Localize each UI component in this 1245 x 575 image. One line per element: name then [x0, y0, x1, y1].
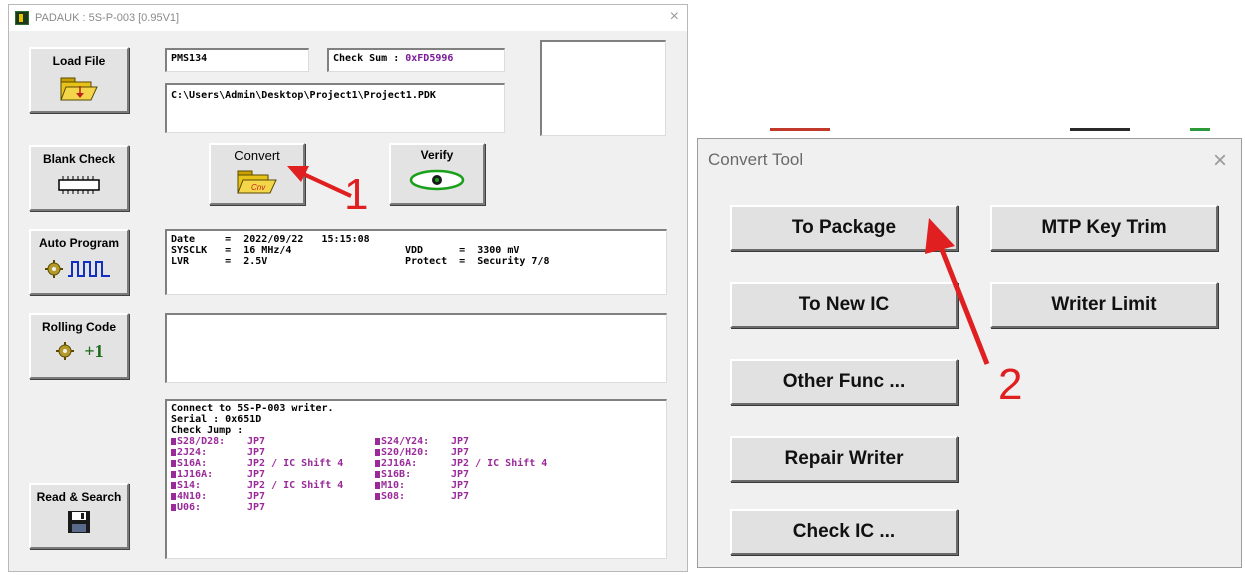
jump-entry: 4N10: JP7 — [171, 491, 375, 502]
info-lvr: LVR = 2.5V — [171, 256, 268, 267]
read-search-label: Read & Search — [36, 490, 122, 504]
convert-label: Convert — [234, 148, 280, 163]
info-sysclk: SYSCLK = 16 MHz/4 — [171, 245, 292, 256]
folder-open-icon — [60, 77, 98, 101]
writer-limit-button[interactable]: Writer Limit — [990, 282, 1218, 328]
read-search-button[interactable]: Read & Search — [29, 483, 129, 549]
check-ic-button[interactable]: Check IC ... — [730, 509, 958, 555]
verify-button[interactable]: Verify — [389, 143, 485, 205]
info-row-date: Date = 2022/09/22 15:15:08 — [171, 234, 662, 245]
rolling-code-increment: +1 — [84, 340, 104, 361]
checksum-label: Check Sum : — [333, 53, 406, 64]
chip-icon — [58, 176, 100, 194]
window-title: PADAUK : 5S-P-003 [0.95V1] — [35, 12, 180, 24]
repair-writer-button[interactable]: Repair Writer — [730, 436, 958, 482]
jump-list-right: S24/Y24: JP7 S20/H20: JP7 2J16A: JP2 / IC S… — [375, 436, 547, 513]
blank-check-label: Blank Check — [42, 152, 116, 166]
background-window-strip — [690, 118, 1245, 138]
jump-list-left: S28/D28: JP7 2J24: JP7 S16A: JP2 / IC Shift… — [171, 436, 375, 513]
mtp-key-trim-button[interactable]: MTP Key Trim — [990, 205, 1218, 251]
annotation-label-2: 2 — [998, 360, 1023, 409]
jump-entry: S16B: JP7 — [375, 469, 547, 480]
checksum-field: Check Sum : 0xFD5996 — [327, 48, 505, 72]
padauk-app-icon — [15, 11, 29, 25]
load-file-button[interactable]: Load File — [29, 47, 129, 113]
dialog-title: Convert Tool — [708, 150, 804, 169]
ic-name-value: PMS134 — [171, 53, 208, 64]
info-vdd: VDD = 3300 mV — [405, 245, 520, 256]
svg-text:Cnv: Cnv — [251, 183, 266, 192]
blank-check-button[interactable]: Blank Check — [29, 145, 129, 211]
message-log: Connect to 5S-P-003 writer. Serial : 0x6… — [165, 399, 667, 559]
checksum-value: 0xFD5996 — [405, 53, 454, 64]
dialog-close-button[interactable]: × — [1213, 147, 1227, 175]
rolling-code-panel — [165, 313, 667, 383]
jump-entry: 2J24: JP7 — [171, 447, 375, 458]
jump-entry: S14: JP2 / IC Shift 4 — [171, 480, 375, 491]
log-line: Connect to 5S-P-003 writer. — [171, 403, 334, 414]
auto-program-button[interactable]: Auto Program — [29, 229, 129, 295]
info-row-sysclk: SYSCLK = 16 MHz/4 VDD = 3300 mV — [171, 245, 662, 256]
info-row-lvr: LVR = 2.5V Protect = Security 7/8 — [171, 256, 662, 267]
jump-entry: S28/D28: JP7 — [171, 436, 375, 447]
info-date: Date = 2022/09/22 15:15:08 — [171, 234, 370, 245]
jump-entry: S08: JP7 — [375, 491, 547, 502]
window-close-button[interactable]: × — [670, 8, 679, 26]
file-path-field[interactable]: C:\Users\Admin\Desktop\Project1\Project1… — [165, 83, 505, 133]
annotation-label-1: 1 — [344, 170, 369, 219]
jump-entry: 2J16A: JP2 / IC Shift 4 — [375, 458, 547, 469]
jump-entry: M10: JP7 — [375, 480, 547, 491]
floppy-disk-icon — [68, 511, 90, 533]
padauk-window: PADAUK : 5S-P-003 [0.95V1] × Load File B… — [8, 4, 688, 572]
jump-entry: S24/Y24: JP7 — [375, 436, 547, 447]
ic-info-panel: Date = 2022/09/22 15:15:08 SYSCLK = 16 M… — [165, 229, 667, 295]
jump-entry: S16A: JP2 / IC Shift 4 — [171, 458, 375, 469]
rolling-code-icon-row: +1 — [54, 340, 104, 362]
gear-waveform-icon — [45, 260, 110, 278]
jump-entry: 1J16A: JP7 — [171, 469, 375, 480]
status-display-box — [540, 40, 666, 136]
jump-entry: S20/H20: JP7 — [375, 447, 547, 458]
ic-name-field[interactable]: PMS134 — [165, 48, 309, 72]
info-protect: Protect = Security 7/8 — [405, 256, 550, 267]
jump-entry: U06: JP7 — [171, 502, 375, 513]
title-bar: PADAUK : 5S-P-003 [0.95V1] × — [9, 5, 687, 31]
gear-icon — [56, 342, 75, 360]
file-path-value: C:\Users\Admin\Desktop\Project1\Project1… — [171, 90, 436, 101]
verify-label: Verify — [420, 148, 454, 162]
auto-program-label: Auto Program — [38, 236, 119, 250]
rolling-code-button[interactable]: Rolling Code +1 — [29, 313, 129, 379]
log-line: Check Jump : — [171, 425, 244, 436]
convert-folder-icon: Cnv — [237, 170, 277, 194]
rolling-code-label: Rolling Code — [42, 320, 116, 334]
log-line: Serial : 0x651D — [171, 414, 262, 425]
annotation-arrow-2 — [925, 218, 990, 365]
eye-icon — [409, 169, 465, 191]
load-file-label: Load File — [52, 54, 106, 68]
